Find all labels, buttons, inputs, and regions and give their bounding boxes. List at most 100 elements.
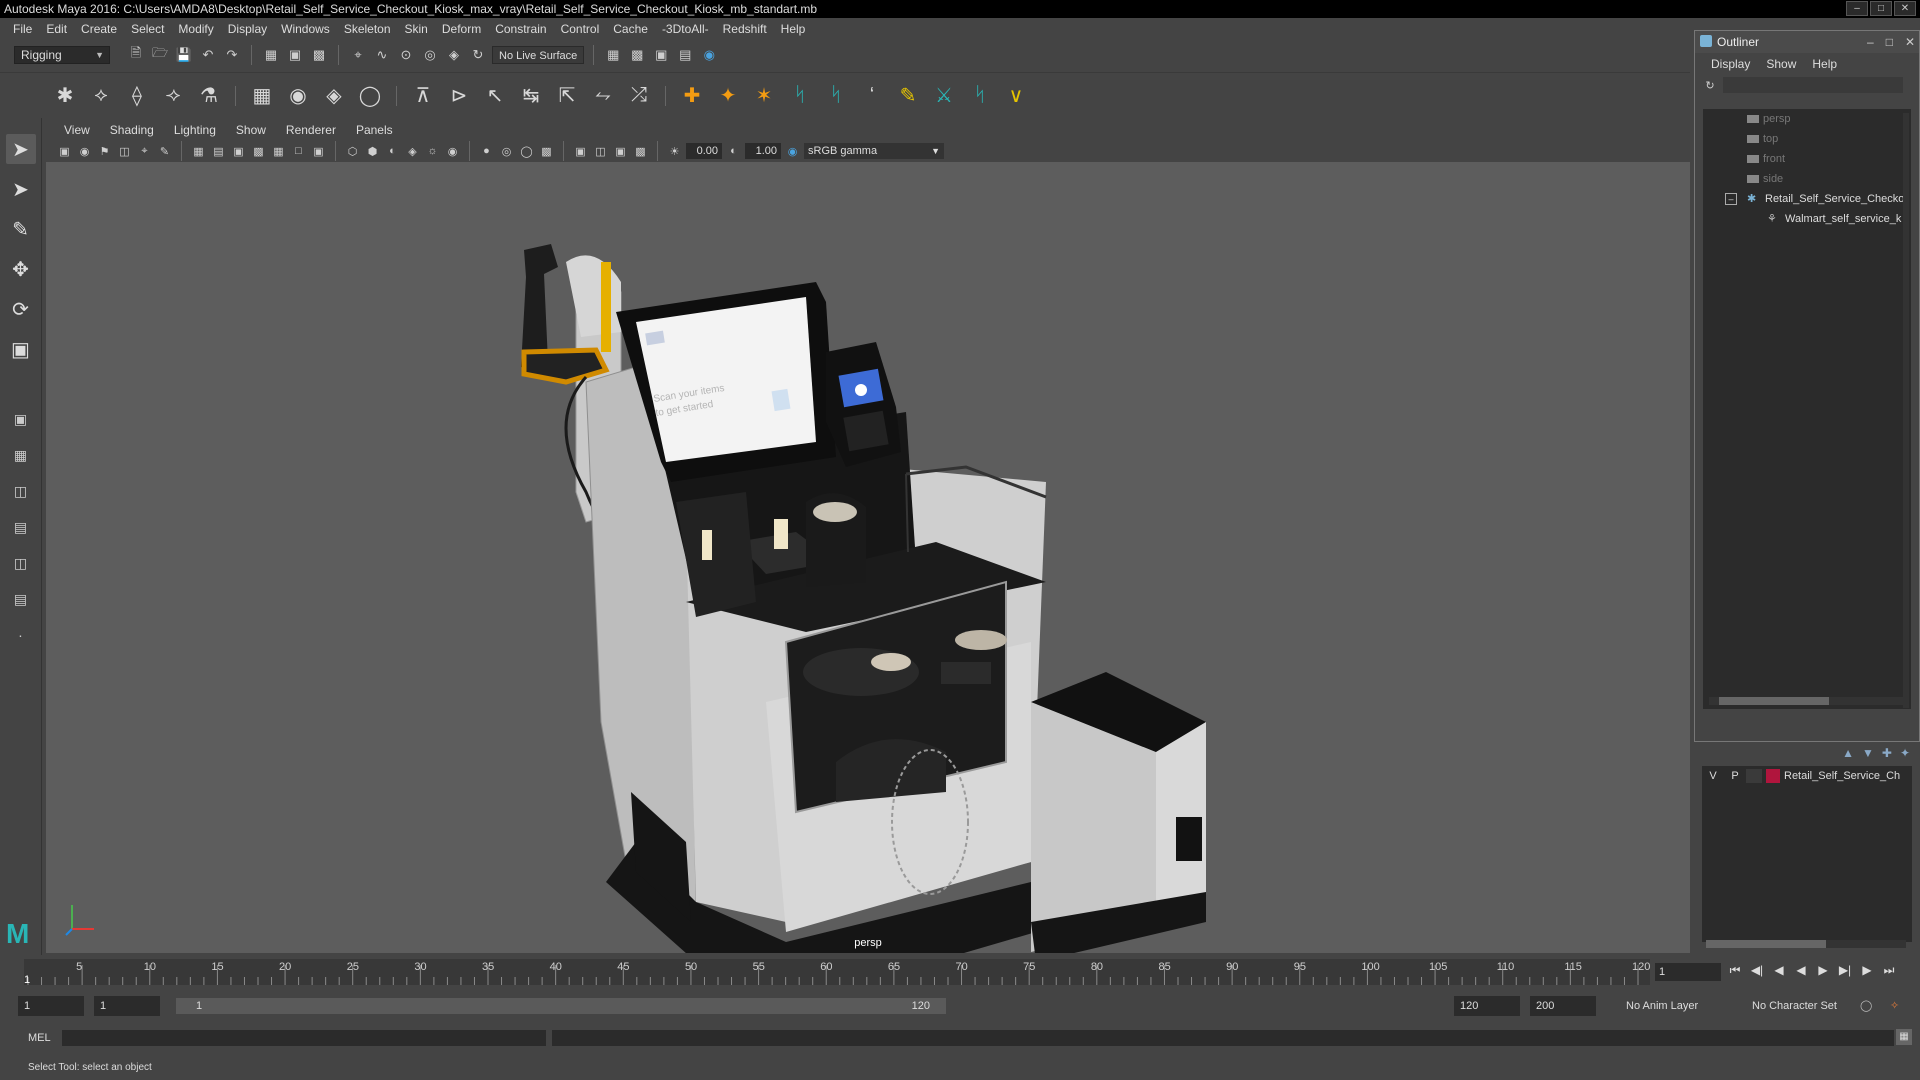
close-icon[interactable]: ✕ [1894, 1, 1916, 16]
xray-icon[interactable]: ◫ [592, 143, 609, 160]
panel-menu-lighting[interactable]: Lighting [164, 123, 226, 137]
outliner-item-group[interactable]: – ✱ Retail_Self_Service_Checko [1703, 189, 1911, 209]
bookmark-icon[interactable]: ⚑ [96, 143, 113, 160]
minimize-icon[interactable]: – [1867, 31, 1874, 53]
lights-icon[interactable]: ☼ [424, 143, 441, 160]
current-frame-field[interactable]: 1 [1655, 963, 1721, 981]
play-backwards-icon[interactable]: ◀ [1792, 963, 1810, 978]
rotate-tool-icon[interactable]: ⟳ [6, 294, 36, 324]
field-chart-icon[interactable]: ▦ [270, 143, 287, 160]
panel-menu-panels[interactable]: Panels [346, 123, 403, 137]
move-layer-up-icon[interactable]: ▲ [1842, 746, 1854, 760]
menu-select[interactable]: Select [124, 22, 171, 36]
snap-point-icon[interactable]: ⊙ [396, 45, 416, 65]
outliner-menu-help[interactable]: Help [1804, 57, 1845, 71]
snap-view-icon[interactable]: ◎ [420, 45, 440, 65]
select-tool-icon[interactable]: ➤ [5, 134, 36, 164]
four-view-layout-icon[interactable]: ▦ [6, 442, 36, 468]
range-slider[interactable]: 1 120 [176, 998, 946, 1014]
scale-constraint-icon[interactable]: ⇱ [552, 81, 582, 111]
set-key-icon[interactable]: ✦ [713, 81, 743, 111]
menu-3dtoall[interactable]: -3DtoAll- [655, 22, 716, 36]
refresh-icon[interactable]: ↻ [1703, 78, 1717, 92]
two-d-pan-icon[interactable]: ⌖ [136, 143, 153, 160]
step-back-frame-icon[interactable]: ◀ [1770, 963, 1788, 978]
redo-icon[interactable]: ↷ [222, 45, 242, 65]
panel-menu-shading[interactable]: Shading [100, 123, 164, 137]
image-plane-icon[interactable]: ◫ [116, 143, 133, 160]
collapse-icon[interactable]: – [1725, 193, 1737, 205]
layer-visibility-toggle[interactable]: V [1702, 770, 1724, 782]
smooth-shade-icon[interactable]: ⬢ [364, 143, 381, 160]
wireframe-icon[interactable]: ⬡ [344, 143, 361, 160]
grid-icon[interactable]: ▦ [190, 143, 207, 160]
pole-vector-icon[interactable]: ⤮ [624, 81, 654, 111]
step-forward-frame-icon[interactable]: ▶| [1836, 963, 1854, 978]
lasso-tool-icon[interactable]: ➤ [6, 174, 36, 204]
outliner-item-mesh[interactable]: ⚘ Walmart_self_service_k [1703, 209, 1911, 229]
open-scene-icon[interactable]: 🗁 [150, 45, 170, 65]
layer-row[interactable]: V P Retail_Self_Service_Ch [1702, 766, 1912, 786]
single-view-layout-icon[interactable]: ▣ [6, 406, 36, 432]
panel-menu-view[interactable]: View [54, 123, 100, 137]
panel-menu-renderer[interactable]: Renderer [276, 123, 346, 137]
snap-surface-icon[interactable]: ◈ [444, 45, 464, 65]
command-input[interactable] [62, 1030, 546, 1046]
ik-spline-icon[interactable]: ⟠ [122, 81, 152, 111]
scale-tool-icon[interactable]: ▣ [6, 334, 36, 364]
character-set-dropdown[interactable]: No Character Set [1752, 996, 1837, 1016]
outliner-menu-show[interactable]: Show [1758, 57, 1804, 71]
move-tool-icon[interactable]: ✥ [6, 254, 36, 284]
maximize-icon[interactable]: □ [1886, 31, 1893, 53]
viewport-persp[interactable]: Scan your items to get started persp [46, 162, 1690, 953]
mirror-joint-icon[interactable]: ⚗ [194, 81, 224, 111]
select-object-icon[interactable]: ▣ [285, 45, 305, 65]
xray-components-icon[interactable]: ▩ [632, 143, 649, 160]
camera-attributes-icon[interactable]: ◉ [76, 143, 93, 160]
stacked-layout-icon[interactable]: ▤ [6, 514, 36, 540]
default-material-icon[interactable]: ◐ [384, 143, 401, 160]
menu-skeleton[interactable]: Skeleton [337, 22, 398, 36]
render-view-icon[interactable]: ▤ [675, 45, 695, 65]
blank-shelf-icon[interactable]: ‘ [857, 81, 887, 111]
menu-constrain[interactable]: Constrain [488, 22, 553, 36]
outliner-vertical-scrollbar[interactable] [1903, 113, 1909, 708]
collapse-layout-icon[interactable]: · [6, 622, 36, 648]
menu-set-dropdown[interactable]: Rigging ▼ [14, 46, 110, 64]
film-gate-icon[interactable]: ▤ [210, 143, 227, 160]
new-layer-selected-icon[interactable]: ✦ [1900, 746, 1910, 760]
outliner-search-input[interactable] [1723, 77, 1903, 93]
motion-blur-icon[interactable]: ◎ [498, 143, 515, 160]
script-editor-icon[interactable]: ▦ [1896, 1029, 1912, 1045]
paint-select-icon[interactable]: ✎ [6, 214, 36, 244]
time-slider-track[interactable]: 5 10 15 20 25 30 35 40 45 50 55 60 65 70 75 80 85 90 95 100… [24, 959, 1650, 985]
end-time-field[interactable]: 200 [1530, 996, 1596, 1016]
ambient-occlusion-icon[interactable]: ● [478, 143, 495, 160]
exposure-field[interactable]: 0.00 [686, 143, 722, 159]
preferences-icon[interactable]: ✧ [1890, 996, 1899, 1016]
gate-mask-icon[interactable]: ▩ [250, 143, 267, 160]
menu-edit[interactable]: Edit [39, 22, 74, 36]
outliner-horizontal-scrollbar[interactable] [1709, 697, 1909, 705]
textured-icon[interactable]: ◈ [404, 143, 421, 160]
hypershade-icon[interactable]: ◉ [699, 45, 719, 65]
outliner-menu-display[interactable]: Display [1703, 57, 1758, 71]
go-to-end-icon[interactable]: ⏭ [1880, 963, 1898, 978]
parent-constraint-icon[interactable]: ⥊ [588, 81, 618, 111]
snap-grid-icon[interactable]: ⌖ [348, 45, 368, 65]
start-time-field[interactable]: 1 [18, 996, 84, 1016]
joint-tool-icon[interactable]: ✱ [50, 81, 80, 111]
outliner-item-side[interactable]: side [1703, 169, 1911, 189]
time-slider[interactable]: 5 10 15 20 25 30 35 40 45 50 55 60 65 70 75 80 85 90 95 100… [0, 955, 1920, 989]
close-icon[interactable]: ✕ [1905, 31, 1915, 53]
ik-handle-icon[interactable]: ⟡ [86, 81, 116, 111]
lattice-icon[interactable]: ▦ [247, 81, 277, 111]
outliner-item-top[interactable]: top [1703, 129, 1911, 149]
shadows-icon[interactable]: ◉ [444, 143, 461, 160]
sculpt-icon[interactable]: ◯ [355, 81, 385, 111]
camera-select-icon[interactable]: ▣ [56, 143, 73, 160]
layer-playback-toggle[interactable]: P [1724, 770, 1746, 782]
view-transform-dropdown[interactable]: sRGB gamma ▼ [804, 143, 944, 159]
hik-icon[interactable]: ᛋ [785, 81, 815, 111]
point-constraint-icon[interactable]: ⊳ [444, 81, 474, 111]
